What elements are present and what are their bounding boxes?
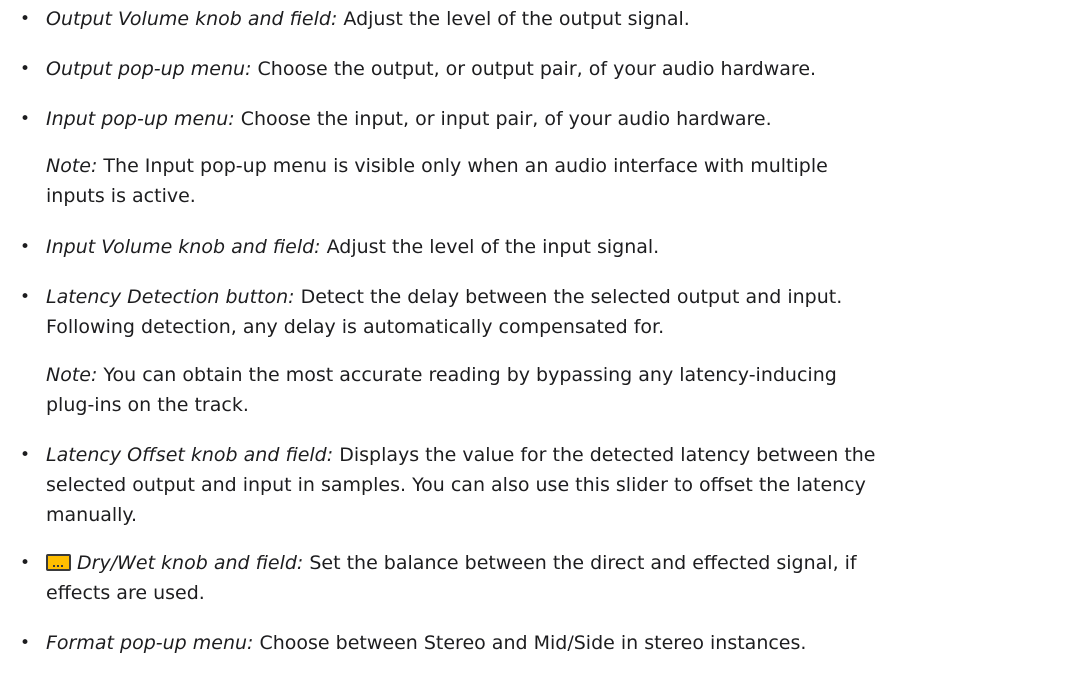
list-item-text: Format pop-up menu: Choose between Stere… xyxy=(46,628,1066,658)
list-item-text: Dry/Wet knob and field: Set the balance … xyxy=(46,548,1066,608)
note-line: The Input pop-up menu is visible only wh… xyxy=(97,155,828,177)
note-label: Note: xyxy=(46,155,98,177)
description: Choose between Stereo and Mid/Side in st… xyxy=(253,632,807,654)
note-text: Note: You can obtain the most accurate r… xyxy=(46,360,1066,420)
description-line: effects are used. xyxy=(46,582,205,604)
note-label: Note: xyxy=(46,364,98,386)
document-body: • Output Volume knob and field: Adjust t… xyxy=(0,0,1070,675)
term-output-popup: Output pop-up menu: xyxy=(46,58,252,80)
dry-wet-icon xyxy=(46,554,71,571)
bullet: • xyxy=(20,445,31,465)
description: Displays the value for the detected late… xyxy=(333,444,876,466)
description: Adjust the level of the input signal. xyxy=(320,236,660,258)
term-input-volume: Input Volume knob and field: xyxy=(46,236,321,258)
note-line: plug-ins on the track. xyxy=(46,394,249,416)
term-latency-detection: Latency Detection button: xyxy=(46,286,295,308)
term-latency-offset: Latency Offset knob and field: xyxy=(46,444,334,466)
description: Set the balance between the direct and e… xyxy=(303,552,857,574)
description-line: manually. xyxy=(46,504,138,526)
description: Detect the delay between the selected ou… xyxy=(294,286,843,308)
bullet: • xyxy=(20,553,31,573)
note-line: inputs is active. xyxy=(46,185,196,207)
description: Choose the output, or output pair, of yo… xyxy=(251,58,817,80)
list-item-text: Output pop-up menu: Choose the output, o… xyxy=(46,54,1066,84)
list-item-text: Output Volume knob and field: Adjust the… xyxy=(46,4,1066,34)
description: Adjust the level of the output signal. xyxy=(337,8,690,30)
list-item-text: Latency Detection button: Detect the del… xyxy=(46,282,1066,342)
term-dry-wet: Dry/Wet knob and field: xyxy=(77,552,304,574)
list-item-text: Input Volume knob and field: Adjust the … xyxy=(46,232,1066,262)
description: Choose the input, or input pair, of your… xyxy=(234,108,772,130)
bullet: • xyxy=(20,237,31,257)
description-line: Following detection, any delay is automa… xyxy=(46,316,665,338)
bullet: • xyxy=(20,9,31,29)
list-item-text: Input pop-up menu: Choose the input, or … xyxy=(46,104,1066,134)
bullet: • xyxy=(20,287,31,307)
term-input-popup: Input pop-up menu: xyxy=(46,108,235,130)
term-output-volume: Output Volume knob and field: xyxy=(46,8,338,30)
list-item-text: Latency Offset knob and field: Displays … xyxy=(46,440,1066,530)
term-format-popup: Format pop-up menu: xyxy=(46,632,254,654)
description-line: selected output and input in samples. Yo… xyxy=(46,474,866,496)
note-text: Note: The Input pop-up menu is visible o… xyxy=(46,151,1066,211)
bullet: • xyxy=(20,633,31,653)
note-line: You can obtain the most accurate reading… xyxy=(97,364,837,386)
bullet: • xyxy=(20,109,31,129)
bullet: • xyxy=(20,59,31,79)
